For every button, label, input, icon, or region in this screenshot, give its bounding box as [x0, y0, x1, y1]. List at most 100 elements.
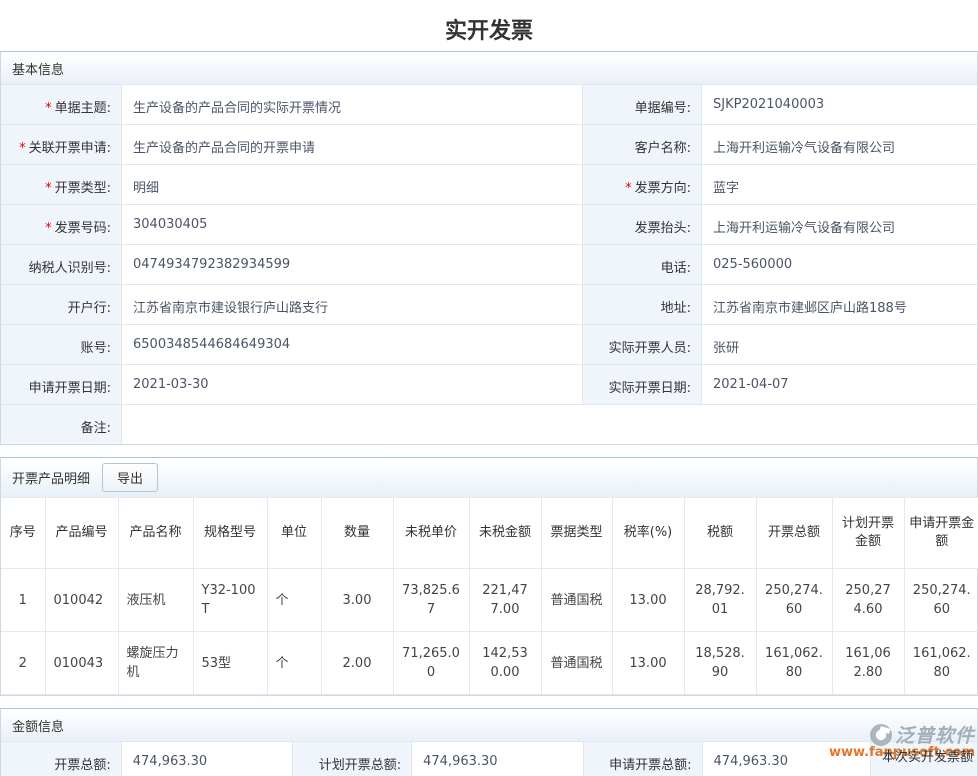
field-label-text: 发票方向: — [635, 181, 691, 196]
field-label: 计划开票总额: — [292, 742, 411, 776]
field-label-text: 账号: — [81, 341, 111, 356]
field-label: 备注: — [1, 405, 121, 444]
field-value: 304030405 — [121, 205, 582, 244]
field-label: 纳税人识别号: — [1, 245, 121, 284]
column-header: 开票总额 — [756, 498, 832, 569]
column-header: 未税单价 — [393, 498, 469, 569]
field-label: *关联开票申请: — [1, 125, 121, 164]
field-value: 江苏省南京市建设银行庐山路支行 — [121, 285, 582, 324]
table-cell: 液压机 — [118, 569, 193, 632]
field-label-text: 发票抬头: — [635, 221, 691, 236]
field-label-text: 申请开票总额: — [609, 758, 691, 773]
section-title: 开票产品明细 — [12, 468, 90, 487]
table-cell: 普通国税 — [541, 569, 612, 632]
column-header: 申请开票金额 — [904, 498, 978, 569]
field-label-text: 开票总额: — [54, 758, 110, 773]
table-cell: 个 — [267, 632, 321, 695]
field-label: *单据主题: — [1, 85, 121, 124]
column-header: 票据类型 — [541, 498, 612, 569]
table-cell: 1 — [1, 569, 45, 632]
field-label-text: 发票号码: — [55, 221, 111, 236]
field-label-text: 开票类型: — [55, 181, 111, 196]
field-value: 0474934792382934599 — [121, 245, 582, 284]
table-cell: 2.00 — [321, 632, 393, 695]
form-row: *发票号码: 304030405 发票抬头: 上海开利运输冷气设备有限公司 — [1, 204, 977, 244]
field-label: 单据编号: — [582, 85, 701, 124]
field-label-text: 纳税人识别号: — [29, 261, 111, 276]
field-value: 上海开利运输冷气设备有限公司 — [701, 125, 977, 164]
form-row: *开票类型: 明细 *发票方向: 蓝字 — [1, 164, 977, 204]
field-label-text: 申请开票日期: — [29, 381, 111, 396]
table-cell: 221,477.00 — [469, 569, 541, 632]
amount-info-section: 金额信息 开票总额: 474,963.30 计划开票总额: 474,963.30… — [0, 708, 978, 776]
table-cell: 250,274.60 — [832, 569, 904, 632]
section-title: 金额信息 — [12, 716, 64, 735]
field-value: 上海开利运输冷气设备有限公司 — [701, 205, 977, 244]
column-header: 产品编号 — [45, 498, 118, 569]
column-header: 单位 — [267, 498, 321, 569]
field-label: 开户行: — [1, 285, 121, 324]
field-label: 开票总额: — [1, 742, 121, 776]
field-label-text: 本次实开发票额 — [882, 750, 973, 765]
field-label: *发票方向: — [582, 165, 701, 204]
amount-row: 开票总额: 474,963.30 计划开票总额: 474,963.30 申请开票… — [1, 741, 977, 776]
required-mark: * — [45, 181, 52, 196]
field-label: *发票号码: — [1, 205, 121, 244]
field-value: 明细 — [121, 165, 582, 204]
field-value: 生产设备的产品合同的实际开票情况 — [121, 85, 582, 124]
table-cell: 普通国税 — [541, 632, 612, 695]
field-value: 蓝字 — [701, 165, 977, 204]
table-cell: 个 — [267, 569, 321, 632]
form-row: *关联开票申请: 生产设备的产品合同的开票申请 客户名称: 上海开利运输冷气设备… — [1, 124, 977, 164]
field-value: 6500348544684649304 — [121, 325, 582, 364]
column-header: 税率(%) — [612, 498, 684, 569]
field-value: 江苏省南京市建邺区庐山路188号 — [701, 285, 977, 324]
table-cell: 010043 — [45, 632, 118, 695]
table-header-row: 序号产品编号产品名称规格型号单位数量未税单价未税金额票据类型税率(%)税额开票总… — [1, 498, 978, 569]
field-label-text: 电话: — [661, 261, 691, 276]
product-detail-section-header: 开票产品明细 导出 — [1, 458, 977, 497]
table-cell: 53型 — [193, 632, 267, 695]
column-header: 产品名称 — [118, 498, 193, 569]
table-cell: 2 — [1, 632, 45, 695]
basic-info-section-header: 基本信息 — [1, 52, 977, 84]
field-label: 实际开票人员: — [582, 325, 701, 364]
amount-info-section-header: 金额信息 — [1, 709, 977, 741]
table-cell: 161,062.80 — [832, 632, 904, 695]
field-label: 客户名称: — [582, 125, 701, 164]
column-header: 规格型号 — [193, 498, 267, 569]
field-value: 张研 — [701, 325, 977, 364]
field-label: 申请开票总额: — [583, 742, 702, 776]
column-header: 序号 — [1, 498, 45, 569]
field-label: 发票抬头: — [582, 205, 701, 244]
table-cell: 73,825.67 — [393, 569, 469, 632]
table-cell: 13.00 — [612, 632, 684, 695]
required-mark: * — [45, 101, 52, 116]
field-value: 生产设备的产品合同的开票申请 — [121, 125, 582, 164]
table-cell: 250,274.60 — [904, 569, 978, 632]
field-value: 2021-04-07 — [701, 365, 977, 404]
required-mark: * — [625, 181, 632, 196]
table-cell: 3.00 — [321, 569, 393, 632]
field-label-text: 客户名称: — [635, 141, 691, 156]
form-row: 开户行: 江苏省南京市建设银行庐山路支行 地址: 江苏省南京市建邺区庐山路188… — [1, 284, 977, 324]
form-row: 账号: 6500348544684649304 实际开票人员: 张研 — [1, 324, 977, 364]
table-cell: 142,530.00 — [469, 632, 541, 695]
table-cell: 71,265.00 — [393, 632, 469, 695]
table-row: 1010042液压机Y32-100T个3.0073,825.67221,477.… — [1, 569, 978, 632]
table-cell: Y32-100T — [193, 569, 267, 632]
required-mark: * — [45, 221, 52, 236]
field-value: SJKP2021040003 — [701, 85, 977, 124]
product-detail-section: 开票产品明细 导出 序号产品编号产品名称规格型号单位数量未税单价未税金额票据类型… — [0, 457, 978, 696]
table-cell: 螺旋压力机 — [118, 632, 193, 695]
column-header: 税额 — [684, 498, 756, 569]
basic-info-section: 基本信息 *单据主题: 生产设备的产品合同的实际开票情况 单据编号: SJKP2… — [0, 51, 978, 445]
field-value: 2021-03-30 — [121, 365, 582, 404]
table-row: 2010043螺旋压力机53型个2.0071,265.00142,530.00普… — [1, 632, 978, 695]
field-label-text: 备注: — [81, 421, 111, 436]
export-button[interactable]: 导出 — [102, 463, 158, 492]
field-label-text: 实际开票日期: — [609, 381, 691, 396]
column-header: 未税金额 — [469, 498, 541, 569]
table-cell: 161,062.80 — [756, 632, 832, 695]
table-cell: 010042 — [45, 569, 118, 632]
